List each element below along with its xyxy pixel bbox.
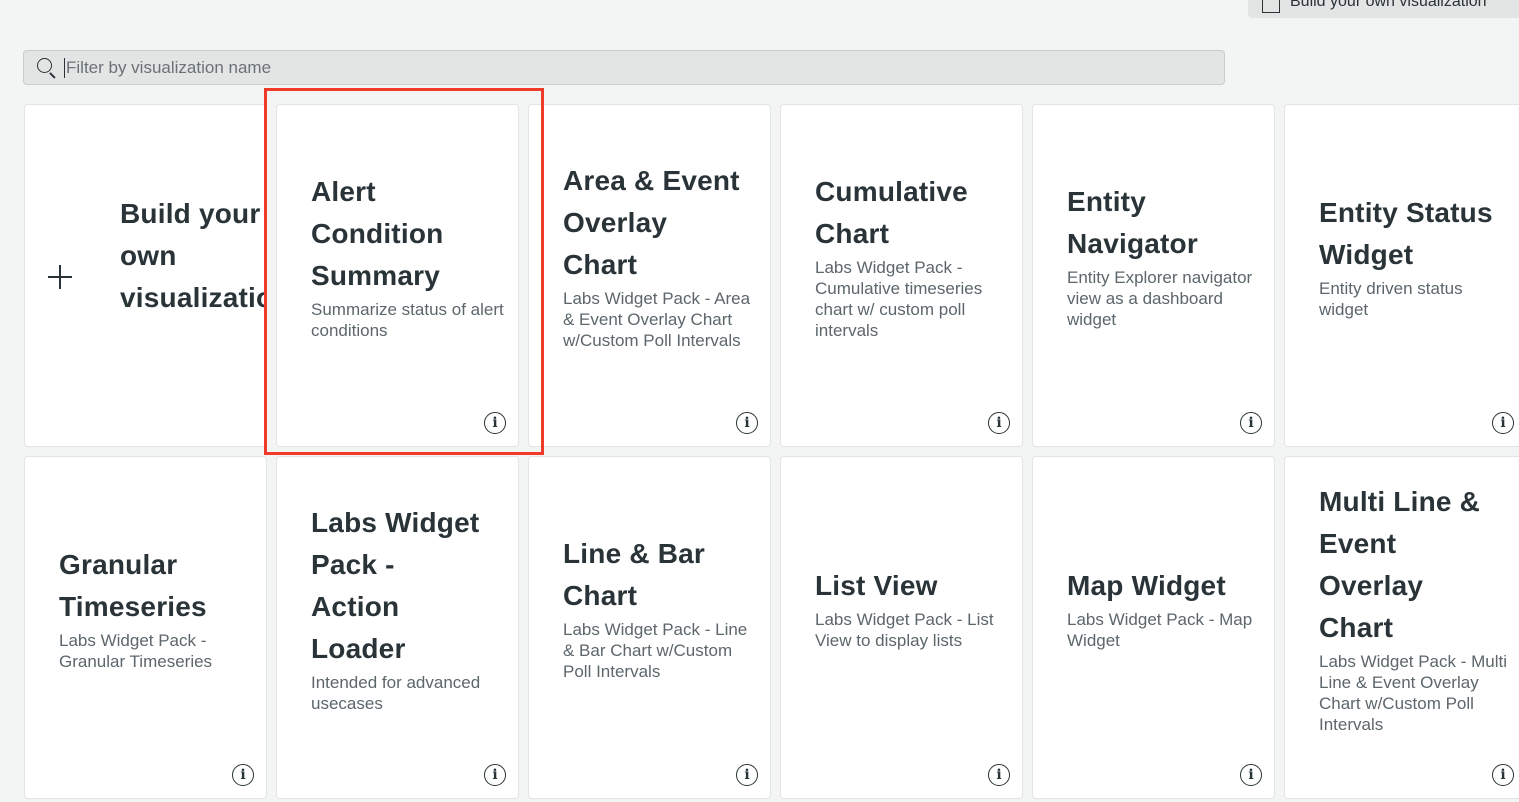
visualization-card-alert-condition-summary[interactable]: Alert Condition Summary Summarize status of… (276, 104, 519, 447)
card-title-line: Multi Line & (1319, 485, 1481, 517)
card-title-line: Entity Status (1319, 196, 1493, 228)
card-description: Intended for advanced usecases (311, 672, 481, 713)
card-title-line: Chart (563, 249, 638, 280)
card-title: Multi Line & Event Overlay Chart (1319, 481, 1512, 649)
card-title-line: Event (1319, 527, 1397, 559)
card-title: Labs Widget Pack - Action Loader (311, 502, 504, 670)
card-title: Cumulative Chart (815, 171, 1008, 255)
card-title-line: List View (815, 569, 938, 601)
info-icon[interactable]: i (1492, 412, 1514, 434)
chart-icon (1262, 0, 1280, 13)
card-title-line: Alert (311, 175, 376, 207)
card-title-line: Overlay (563, 207, 668, 238)
card-title-line: Condition (311, 217, 444, 249)
card-content: Cumulative Chart Labs Widget Pack - Cumula… (815, 105, 1008, 406)
card-title: Line & Bar Chart (563, 533, 756, 617)
card-title: Map Widget (1067, 565, 1260, 607)
search-icon (36, 57, 58, 79)
card-title: List View (815, 565, 1008, 607)
card-title-line: Cumulative (815, 175, 968, 207)
info-icon[interactable]: i (484, 764, 506, 786)
visualization-card-entity-status-widget[interactable]: Entity Status Widget Entity driven status … (1284, 104, 1519, 447)
card-title-line: Navigator (1067, 228, 1198, 259)
card-content: Granular Timeseries Labs Widget Pack - Gra… (59, 457, 252, 758)
visualization-card-entity-navigator[interactable]: Entity Navigator Entity Explorer navigator… (1032, 104, 1275, 447)
card-description: Entity driven status widget (1319, 278, 1463, 319)
card-title: Area & Event Overlay Chart (563, 160, 756, 286)
info-icon[interactable]: i (988, 412, 1010, 434)
visualization-card-map-widget[interactable]: Map Widget Labs Widget Pack - Map Widget i (1032, 456, 1275, 799)
card-content: Line & Bar Chart Labs Widget Pack - Line &… (563, 457, 756, 758)
card-description: Summarize status of alert conditions (311, 299, 504, 340)
visualization-card-granular-timeseries[interactable]: Granular Timeseries Labs Widget Pack - Gra… (24, 456, 267, 799)
card-title-line: Widget (1319, 238, 1414, 270)
card-description: Labs Widget Pack - Area & Event Overlay … (563, 289, 751, 350)
visualization-card-action-loader[interactable]: Labs Widget Pack - Action Loader Intended fo… (276, 456, 519, 799)
card-content: Map Widget Labs Widget Pack - Map Widget (1067, 457, 1260, 758)
card-content: List View Labs Widget Pack - List View to… (815, 457, 1008, 758)
card-title-line: Action (311, 590, 400, 622)
visualization-grid: Build your own visualization Alert Condit… (24, 104, 1519, 799)
card-content: Entity Navigator Entity Explorer navigator… (1067, 105, 1260, 406)
card-title-line: Overlay (1319, 569, 1424, 601)
info-icon[interactable]: i (1240, 412, 1262, 434)
build-your-own-visualization-button[interactable]: Build your own visualization (1248, 0, 1519, 18)
card-content: Multi Line & Event Overlay Chart Labs Widget… (1319, 457, 1512, 758)
info-icon[interactable]: i (988, 764, 1010, 786)
card-description: Labs Widget Pack - List View to display … (815, 609, 994, 650)
card-title-line: Entity (1067, 186, 1146, 217)
card-title-line: Pack - (311, 548, 395, 580)
info-icon[interactable]: i (736, 764, 758, 786)
card-title-line: Build your (120, 197, 261, 229)
card-title-line: Timeseries (59, 590, 207, 622)
card-title-line: Chart (815, 217, 890, 249)
card-content: Alert Condition Summary Summarize status of… (311, 105, 504, 406)
card-title: Granular Timeseries (59, 544, 252, 628)
build-your-own-visualization-label: Build your own visualization (1290, 0, 1487, 10)
card-title: Entity Status Widget (1319, 192, 1512, 276)
info-icon[interactable]: i (736, 412, 758, 434)
card-title-line: Summary (311, 259, 441, 291)
card-title-line: Map Widget (1067, 569, 1226, 601)
card-content: Area & Event Overlay Chart Labs Widget Pack… (563, 105, 756, 406)
info-icon[interactable]: i (232, 764, 254, 786)
card-title-line: Area & Event (563, 165, 740, 196)
card-description: Labs Widget Pack - Multi Line & Event Ov… (1319, 651, 1508, 734)
card-title-line: own (120, 239, 177, 271)
card-description: Entity Explorer navigator view as a dash… (1067, 268, 1253, 329)
card-content: Entity Status Widget Entity driven status … (1319, 105, 1512, 406)
card-description: Labs Widget Pack - Granular Timeseries (59, 630, 213, 671)
card-description: Labs Widget Pack - Cumulative timeseries… (815, 257, 983, 340)
visualization-card-list-view[interactable]: List View Labs Widget Pack - List View to… (780, 456, 1023, 799)
info-icon[interactable]: i (1240, 764, 1262, 786)
visualization-card-cumulative-chart[interactable]: Cumulative Chart Labs Widget Pack - Cumula… (780, 104, 1023, 447)
info-icon[interactable]: i (1492, 764, 1514, 786)
card-title: Build your own visualization (120, 193, 266, 319)
filter-bar (23, 50, 1225, 85)
filter-input[interactable] (64, 57, 1224, 78)
card-description: Labs Widget Pack - Map Widget (1067, 609, 1253, 650)
card-title-line: visualization (120, 281, 266, 313)
card-description: Labs Widget Pack - Line & Bar Chart w/Cu… (563, 620, 748, 681)
card-title: Alert Condition Summary (311, 171, 504, 297)
plus-icon (48, 265, 72, 289)
card-title-line: Chart (1319, 611, 1394, 643)
build-your-own-card[interactable]: Build your own visualization (24, 104, 267, 447)
card-title: Entity Navigator (1067, 181, 1260, 265)
card-title-line: Line & Bar (563, 538, 706, 569)
visualization-card-multi-line-event-overlay-chart[interactable]: Multi Line & Event Overlay Chart Labs Widget… (1284, 456, 1519, 799)
card-title-line: Labs Widget (311, 506, 480, 538)
card-title-line: Granular (59, 548, 178, 580)
card-title-line: Chart (563, 580, 638, 611)
visualization-card-area-event-overlay-chart[interactable]: Area & Event Overlay Chart Labs Widget Pack… (528, 104, 771, 447)
card-content: Labs Widget Pack - Action Loader Intended fo… (311, 457, 504, 758)
visualization-card-line-bar-chart[interactable]: Line & Bar Chart Labs Widget Pack - Line &… (528, 456, 771, 799)
card-title-line: Loader (311, 632, 406, 664)
info-icon[interactable]: i (484, 412, 506, 434)
